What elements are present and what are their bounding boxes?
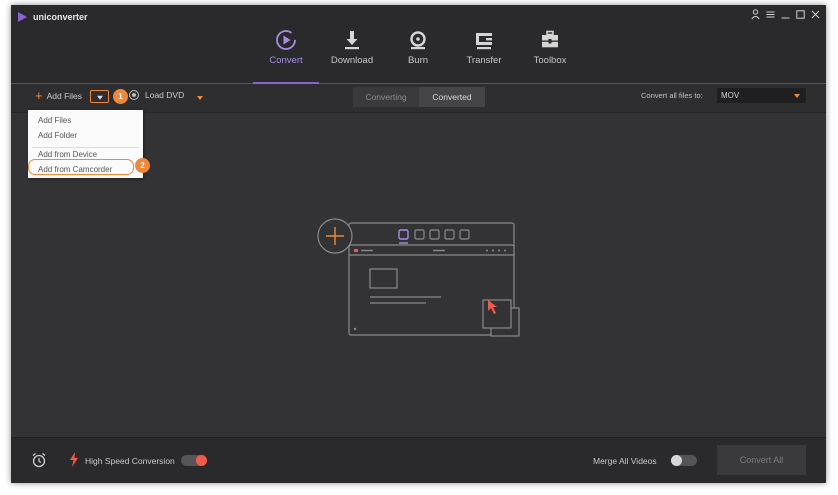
conversion-tabs: Converting Converted [353,87,485,107]
tab-converting[interactable]: Converting [353,87,419,107]
app-title: uniconverter [33,12,88,22]
menu-divider [32,147,139,148]
tab-converted[interactable]: Converted [419,87,485,107]
dvd-icon [129,90,139,100]
nav-convert[interactable]: Convert [253,25,319,84]
high-speed-toggle[interactable] [181,455,207,466]
convert-icon [276,30,296,50]
nav-label: Toolbox [533,55,567,66]
toolbox-icon [542,30,558,48]
nav-toolbox[interactable]: Toolbox [517,25,583,83]
play-logo-icon [18,12,27,22]
app-window: uniconverter Convert Download Burn Trans… [11,5,826,483]
alarm-clock-icon[interactable] [31,452,47,473]
nav-burn[interactable]: Burn [385,25,451,83]
add-files-dropdown-button[interactable] [90,90,109,103]
minimize-icon[interactable] [781,9,790,20]
add-files-button[interactable]: + Add Files [35,88,83,103]
output-format-value: MOV [721,91,740,100]
output-format-select[interactable]: MOV [717,88,806,103]
menu-item-add-from-device[interactable]: Add from Device [38,150,97,159]
menu-icon[interactable] [766,9,775,20]
merge-all-label: Merge All Videos [593,456,657,466]
add-files-label: Add Files [46,91,83,101]
menu-item-add-from-camcorder[interactable]: Add from Camcorder [38,165,112,174]
nav-label: Burn [407,55,429,66]
toggle-knob [196,455,207,466]
user-icon[interactable] [751,9,760,20]
main-nav: Convert Download Burn Transfer Toolbox [253,25,583,84]
nav-label: Transfer [466,55,502,66]
step-badge-2: 2 [135,158,150,173]
nav-label: Download [330,55,374,66]
load-dvd-button[interactable]: Load DVD [129,90,184,100]
maximize-icon[interactable] [796,9,805,20]
convert-all-button[interactable]: Convert All [717,445,806,475]
empty-state-illustration[interactable] [311,210,531,350]
window-controls [751,9,820,20]
top-bar: uniconverter Convert Download Burn Trans… [11,5,826,84]
bottom-bar: High Speed Conversion Merge All Videos C… [11,437,826,483]
burn-icon [410,31,426,50]
download-icon [345,31,359,50]
toolbar: + Add Files 1 Load DVD Converting Conver… [11,84,826,113]
nav-label: Convert [269,55,303,66]
load-dvd-dropdown-icon[interactable] [197,96,203,100]
toggle-knob [671,455,682,466]
load-dvd-label: Load DVD [145,90,185,100]
menu-item-add-folder[interactable]: Add Folder [38,131,77,140]
add-files-menu: Add Files Add Folder Add from Device Add… [28,110,143,178]
app-logo: uniconverter [18,12,88,22]
nav-transfer[interactable]: Transfer [451,25,517,83]
menu-item-add-files[interactable]: Add Files [38,116,71,125]
plus-icon: + [35,88,43,103]
close-icon[interactable] [811,9,820,20]
convert-all-to-label: Convert all files to: [641,91,703,100]
step-badge-1: 1 [113,89,128,104]
merge-all-toggle[interactable] [671,455,697,466]
nav-download[interactable]: Download [319,25,385,83]
chevron-down-icon [96,95,103,100]
high-speed-label: High Speed Conversion [85,456,175,466]
transfer-icon [476,33,492,50]
chevron-down-icon [794,94,800,98]
lightning-icon [69,452,79,472]
